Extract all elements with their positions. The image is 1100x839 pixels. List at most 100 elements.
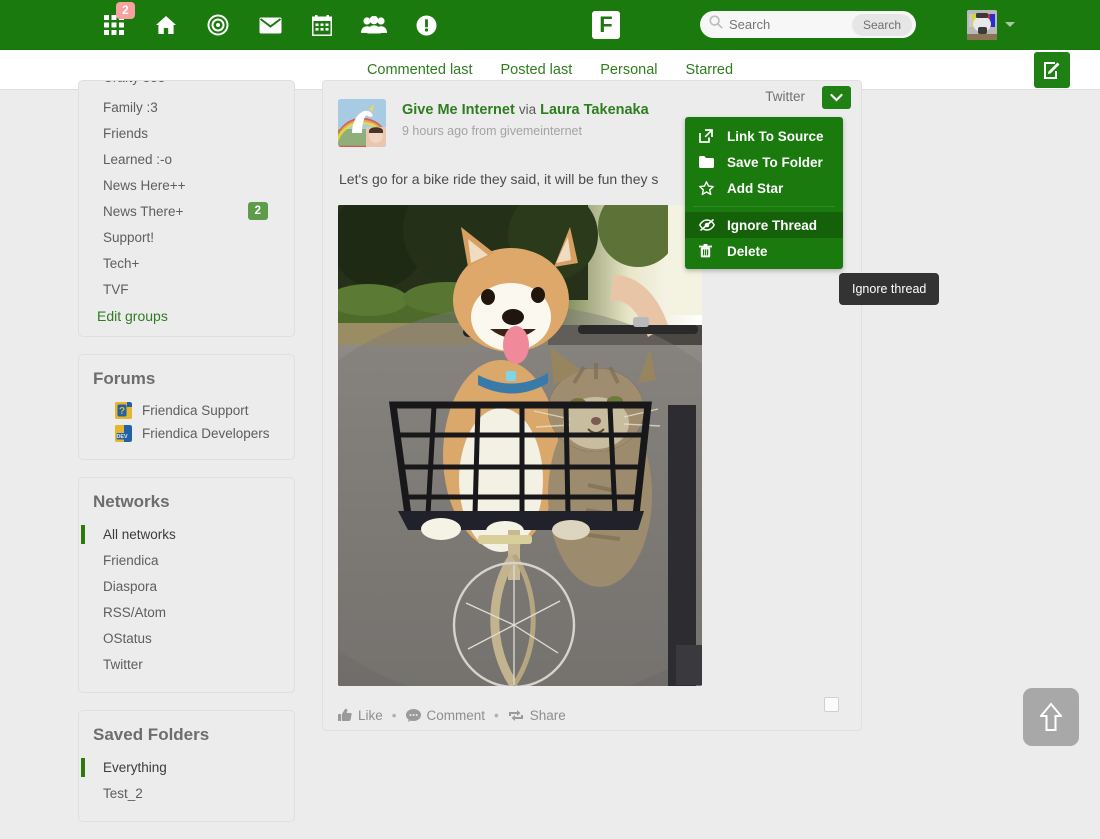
share-button[interactable]: Share	[508, 708, 566, 723]
post-via-word: via	[519, 102, 536, 117]
external-link-icon	[699, 129, 718, 143]
network-label: All networks	[103, 527, 176, 542]
menu-item-label: Delete	[727, 244, 768, 259]
search-icon	[709, 15, 723, 34]
sidebar-network-friendica[interactable]: Friendica	[79, 548, 294, 574]
folder-label: Everything	[103, 760, 167, 775]
sidebar-folder-everything[interactable]: Everything	[79, 755, 294, 781]
sidebar-group-label: Support!	[103, 230, 154, 245]
comment-button[interactable]: Comment	[406, 708, 486, 723]
post-via-author[interactable]: Laura Takenaka	[540, 102, 649, 118]
forum-dev-icon: DEV	[115, 425, 132, 442]
sidebar-network-twitter[interactable]: Twitter	[79, 652, 294, 678]
action-separator: •	[392, 708, 397, 723]
envelope-icon[interactable]	[244, 0, 296, 50]
post-select-checkbox[interactable]	[824, 697, 839, 712]
scroll-to-top-icon	[1040, 702, 1062, 732]
sidebar-group-friends[interactable]: Friends	[79, 121, 294, 147]
home-icon[interactable]	[140, 0, 192, 50]
forums-title: Forums	[79, 355, 294, 399]
menu-item-label: Ignore Thread	[727, 218, 817, 233]
sidebar-group-family[interactable]: Family :3	[79, 95, 294, 121]
avatar[interactable]	[967, 10, 997, 40]
search-button[interactable]: Search	[852, 14, 912, 36]
share-label: Share	[530, 708, 566, 723]
saved-folders-title: Saved Folders	[79, 711, 294, 755]
selection-bar	[81, 525, 85, 544]
forum-label: Friendica Developers	[142, 426, 270, 441]
group-unread-badge: 2	[248, 202, 268, 220]
svg-text:DEV: DEV	[116, 434, 127, 440]
comment-label: Comment	[427, 708, 486, 723]
post-network-label: Twitter	[765, 89, 805, 104]
sidebar-group-news-here[interactable]: News Here++	[79, 173, 294, 199]
top-navbar: 2	[0, 0, 1100, 50]
friendica-logo-letter: F	[599, 14, 612, 36]
ignore-thread-tooltip: Ignore thread	[839, 273, 939, 305]
forum-label: Friendica Support	[142, 403, 249, 418]
svg-text:?: ?	[119, 406, 125, 417]
networks-panel: Networks All networks Friendica Diaspora…	[78, 477, 295, 693]
eye-slash-icon	[699, 219, 718, 231]
sidebar-group-tech[interactable]: Tech+	[79, 251, 294, 277]
sidebar-group-tvf[interactable]: TVF	[79, 277, 294, 303]
account-menu-caret-icon[interactable]	[1005, 22, 1015, 27]
post-action-bar: Like • Comment • Sh	[323, 686, 861, 730]
apps-grid-icon[interactable]: 2	[88, 0, 140, 50]
menu-item-label: Link To Source	[727, 129, 824, 144]
sidebar-group-label: News There+	[103, 204, 183, 219]
sidebar-group-label: Crafty 333+	[103, 81, 173, 83]
thumbs-up-icon	[338, 708, 352, 722]
compose-button[interactable]	[1034, 52, 1070, 88]
post-meta: Give Me Internet via Laura Takenaka 9 ho…	[402, 99, 649, 147]
selection-bar	[81, 758, 85, 777]
star-icon	[699, 181, 718, 195]
sidebar-forum-friendica-developers[interactable]: DEV Friendica Developers	[79, 422, 294, 445]
post-timestamp[interactable]: 9 hours ago from givemeinternet	[402, 124, 649, 138]
post-author-name[interactable]: Give Me Internet via Laura Takenaka	[402, 102, 649, 118]
sidebar-group-support[interactable]: Support!	[79, 225, 294, 251]
menu-item-delete[interactable]: Delete	[685, 238, 843, 264]
edit-groups-link[interactable]: Edit groups	[79, 303, 294, 336]
post-author-avatar[interactable]	[338, 99, 386, 147]
folder-label: Test_2	[103, 786, 143, 801]
menu-item-link-to-source[interactable]: Link To Source	[685, 123, 843, 149]
menu-item-save-to-folder[interactable]: Save To Folder	[685, 149, 843, 175]
action-separator: •	[494, 708, 499, 723]
folder-icon	[699, 156, 718, 168]
search-box: Search	[700, 11, 916, 38]
post-photo[interactable]	[338, 205, 702, 686]
sidebar-group-label: Friends	[103, 126, 148, 141]
sidebar-network-rss-atom[interactable]: RSS/Atom	[79, 600, 294, 626]
menu-item-add-star[interactable]: Add Star	[685, 175, 843, 201]
sidebar-network-all[interactable]: All networks	[79, 522, 294, 548]
apps-notification-badge: 2	[116, 2, 135, 19]
friendica-logo[interactable]: F	[592, 11, 620, 39]
sidebar-forum-friendica-support[interactable]: ? Friendica Support	[79, 399, 294, 422]
like-button[interactable]: Like	[338, 708, 383, 723]
search-input[interactable]	[729, 17, 839, 32]
calendar-icon[interactable]	[296, 0, 348, 50]
groups-panel: Crafty 333+ Family :3 Friends Learned :-…	[78, 80, 295, 337]
forums-panel: Forums ? Friendica Support	[78, 354, 295, 460]
sidebar-folder-test-2[interactable]: Test_2	[79, 781, 294, 807]
menu-item-label: Add Star	[727, 181, 783, 196]
post-menu-toggle[interactable]	[822, 86, 851, 109]
sidebar-group-learned[interactable]: Learned :-o	[79, 147, 294, 173]
forum-question-icon: ?	[115, 402, 132, 419]
sidebar-group-crafty[interactable]: Crafty 333+	[79, 81, 294, 95]
sidebar-network-diaspora[interactable]: Diaspora	[79, 574, 294, 600]
contacts-icon[interactable]	[348, 0, 400, 50]
sidebar-group-label: Learned :-o	[103, 152, 172, 167]
notifications-icon[interactable]	[400, 0, 452, 50]
menu-item-ignore-thread[interactable]: Ignore Thread	[685, 212, 843, 238]
sidebar-group-news-there[interactable]: News There+ 2	[79, 199, 294, 225]
scroll-to-top-button[interactable]	[1023, 688, 1079, 746]
target-icon[interactable]	[192, 0, 244, 50]
network-label: OStatus	[103, 631, 152, 646]
sidebar-network-ostatus[interactable]: OStatus	[79, 626, 294, 652]
sidebar-group-label: Tech+	[103, 256, 139, 271]
menu-item-label: Save To Folder	[727, 155, 823, 170]
network-label: Friendica	[103, 553, 159, 568]
sidebar-group-label: Family :3	[103, 100, 158, 115]
